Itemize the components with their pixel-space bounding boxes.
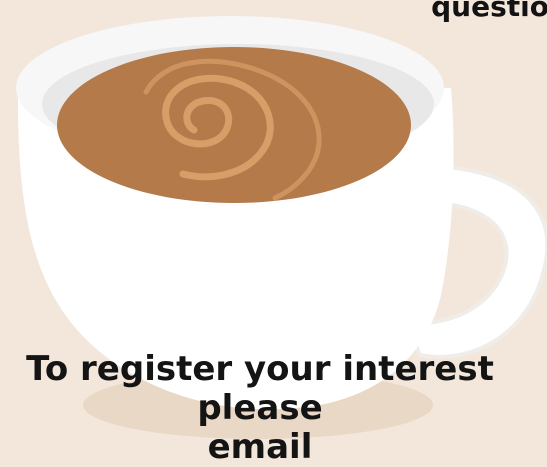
register-line-2: email [207,427,313,467]
top-partial-heading: questio [431,0,547,23]
coffee-surface [57,47,411,203]
poster-canvas: questio To register your interest please… [0,0,547,467]
top-partial-text: questio [431,0,547,23]
register-interest-message: To register your interest please email [0,349,520,467]
register-line-1: To register your interest please [26,349,494,429]
